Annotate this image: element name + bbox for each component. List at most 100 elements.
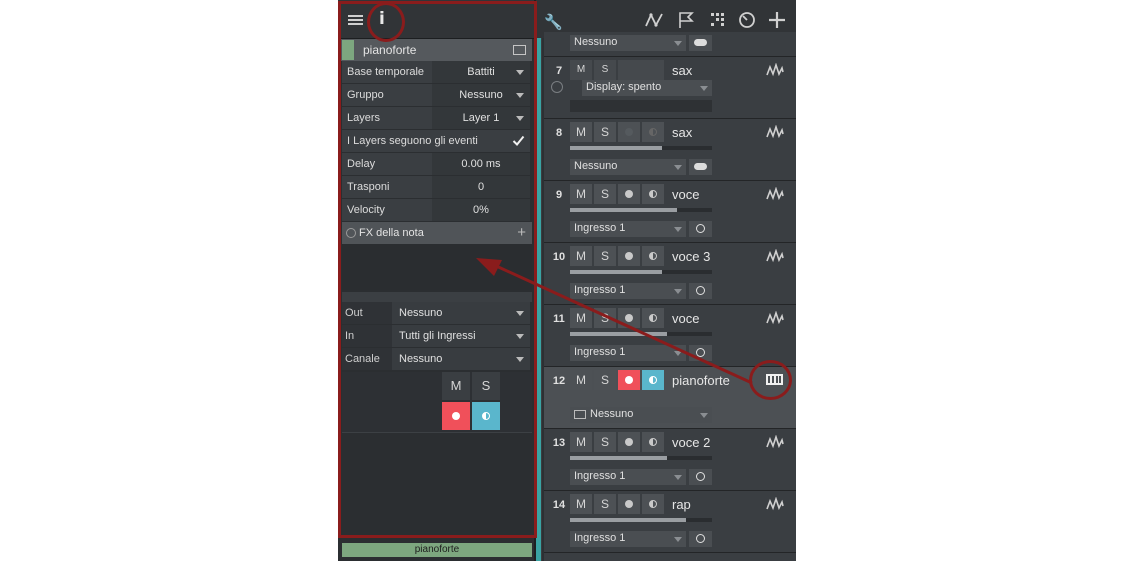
solo-button[interactable]: S (594, 246, 616, 266)
track-9[interactable]: 9 M S voce Ingresso 1 (544, 181, 796, 243)
record-button[interactable] (618, 122, 640, 142)
display-select[interactable]: Display: spento (582, 80, 712, 96)
input-monitor-toggle[interactable] (689, 283, 712, 299)
input-monitor-toggle[interactable] (689, 345, 712, 361)
input-select[interactable]: Nessuno (570, 159, 686, 175)
wrench-icon[interactable]: 🔧 (544, 13, 563, 31)
record-button[interactable] (618, 184, 640, 204)
track-name[interactable]: voce (672, 311, 699, 326)
track-name[interactable]: rap (672, 497, 691, 512)
waveform-icon[interactable] (766, 125, 784, 139)
track-14[interactable]: 14 M S rap Ingresso 1 (544, 491, 796, 553)
monitor-button[interactable] (642, 122, 664, 142)
chevron-down-icon (674, 227, 682, 232)
solo-button[interactable]: S (594, 122, 616, 142)
track-8[interactable]: 8 M S sax Nessuno (544, 119, 796, 181)
mute-button[interactable]: M (570, 246, 592, 266)
monitor-button[interactable] (642, 432, 664, 452)
plus-icon[interactable] (767, 10, 787, 30)
mute-button[interactable]: M (570, 184, 592, 204)
mute-button[interactable]: M (570, 60, 592, 80)
track-7-meter (570, 100, 712, 112)
input-value: Ingresso 1 (574, 346, 626, 358)
input-select[interactable]: Ingresso 1 (570, 345, 686, 361)
mute-button[interactable]: M (570, 494, 592, 514)
track-name[interactable]: pianoforte (672, 373, 730, 388)
flag-icon[interactable] (676, 10, 696, 30)
solo-button[interactable]: S (594, 308, 616, 328)
level-meter (570, 270, 712, 274)
track-number: 9 (555, 189, 563, 201)
chevron-down-icon (674, 41, 682, 46)
waveform-icon[interactable] (766, 435, 784, 449)
mute-button[interactable]: M (570, 308, 592, 328)
input-monitor-toggle[interactable] (689, 531, 712, 547)
monitor-button[interactable] (642, 246, 664, 266)
monitor-button[interactable] (642, 494, 664, 514)
track-11[interactable]: 11 M S voce Ingresso 1 (544, 305, 796, 367)
record-button[interactable] (618, 432, 640, 452)
input-monitor-toggle[interactable] (689, 469, 712, 485)
input-value: Nessuno (574, 160, 618, 172)
input-monitor-toggle[interactable] (689, 221, 712, 237)
input-value: Nessuno (574, 36, 618, 48)
input-value: Ingresso 1 (574, 532, 626, 544)
input-select[interactable]: Ingresso 1 (570, 469, 686, 485)
solo-button[interactable]: S (594, 494, 616, 514)
annotation-circle-keyboard (749, 360, 792, 400)
track-name[interactable]: sax (672, 125, 692, 140)
automation-icon[interactable] (644, 10, 664, 30)
track-partial-input[interactable]: Nessuno (570, 35, 686, 51)
waveform-icon[interactable] (766, 63, 784, 77)
track-partial-toggle[interactable] (689, 35, 712, 51)
clock-icon[interactable] (737, 10, 757, 30)
track-10[interactable]: 10 M S voce 3 Ingresso 1 (544, 243, 796, 305)
record-button[interactable] (618, 494, 640, 514)
solo-button[interactable]: S (594, 432, 616, 452)
track-number: 10 (552, 251, 566, 263)
input-value: Ingresso 1 (574, 470, 626, 482)
monitor-button[interactable] (642, 184, 664, 204)
track-number: 8 (555, 127, 563, 139)
keyboard-icon (574, 410, 586, 419)
record-button[interactable] (618, 370, 640, 390)
track-number: 11 (553, 313, 565, 325)
track-name[interactable]: voce 2 (672, 435, 710, 450)
track-blank-field (618, 60, 664, 80)
level-meter (570, 332, 712, 336)
track-13[interactable]: 13 M S voce 2 Ingresso 1 (544, 429, 796, 491)
level-meter (570, 518, 712, 522)
inspector-track-footer[interactable]: pianoforte (342, 543, 532, 557)
input-select[interactable]: Ingresso 1 (570, 283, 686, 299)
input-select[interactable]: Ingresso 1 (570, 221, 686, 237)
monitor-button[interactable] (642, 370, 664, 390)
waveform-icon[interactable] (766, 187, 784, 201)
power-icon[interactable] (551, 81, 563, 93)
input-toggle[interactable] (689, 159, 712, 175)
record-button[interactable] (618, 246, 640, 266)
display-value: Display: spento (586, 81, 662, 93)
waveform-icon[interactable] (766, 249, 784, 263)
waveform-icon[interactable] (766, 497, 784, 511)
grid-icon[interactable] (708, 10, 728, 30)
chevron-down-icon (674, 475, 682, 480)
mute-button[interactable]: M (570, 370, 592, 390)
track-name[interactable]: voce (672, 187, 699, 202)
track-number: 14 (552, 499, 566, 511)
record-button[interactable] (618, 308, 640, 328)
track-number: 13 (552, 437, 566, 449)
mute-button[interactable]: M (570, 122, 592, 142)
track-name[interactable]: sax (672, 63, 692, 78)
input-select[interactable]: Nessuno (570, 407, 712, 423)
solo-button[interactable]: S (594, 370, 616, 390)
monitor-button[interactable] (642, 308, 664, 328)
track-name[interactable]: voce 3 (672, 249, 710, 264)
solo-button[interactable]: S (594, 60, 616, 80)
track-7[interactable]: 7 M S sax Display: spento (544, 57, 796, 119)
mute-button[interactable]: M (570, 432, 592, 452)
track-partial-bottom (544, 553, 796, 561)
solo-button[interactable]: S (594, 184, 616, 204)
waveform-icon[interactable] (766, 311, 784, 325)
input-select[interactable]: Ingresso 1 (570, 531, 686, 547)
annotation-circle-info (367, 2, 405, 42)
